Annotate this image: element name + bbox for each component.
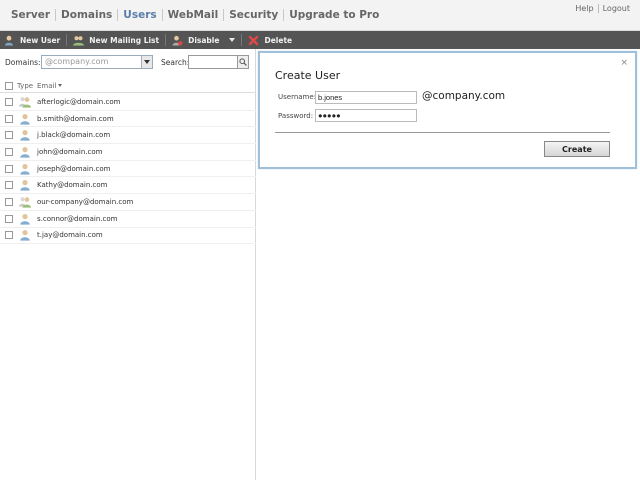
row-checkbox[interactable] [5, 131, 13, 140]
domain-select[interactable]: @company.com [41, 55, 153, 69]
close-icon[interactable]: × [620, 58, 628, 68]
row-email: our-company@domain.com [37, 197, 134, 206]
table-row[interactable]: b.smith@domain.com [0, 111, 256, 128]
nav-users[interactable]: Users [118, 9, 161, 21]
select-all-checkbox[interactable] [5, 81, 13, 90]
create-button[interactable]: Create [544, 141, 610, 157]
nav-security[interactable]: Security [224, 9, 283, 21]
row-email: t.jay@domain.com [37, 231, 103, 240]
disable-label: Disable [188, 35, 220, 45]
user-disable-icon [172, 35, 183, 46]
delete-button[interactable]: Delete [244, 31, 296, 49]
user-list: afterlogic@domain.com b.smith@domain.com j… [0, 94, 256, 245]
user-list-pane: Domains: @company.com Search: Type Email… [0, 49, 256, 480]
new-user-label: New User [20, 35, 61, 45]
chevron-down-icon[interactable] [141, 56, 152, 68]
disable-button[interactable]: Disable [168, 31, 239, 49]
nav-webmail[interactable]: WebMail [163, 9, 224, 21]
table-row[interactable]: our-company@domain.com [0, 194, 256, 211]
table-row[interactable]: joseph@domain.com [0, 161, 256, 178]
user-add-icon [4, 35, 15, 46]
utility-links: Help Logout [571, 4, 634, 13]
new-mailing-list-label: New Mailing List [89, 35, 160, 45]
filter-bar: Domains: @company.com Search: [0, 49, 256, 76]
column-type[interactable]: Type [17, 82, 35, 90]
row-checkbox[interactable] [5, 197, 13, 206]
row-email: Kathy@domain.com [37, 181, 108, 190]
create-user-dialog: × Create User Username: @company.com Pas… [258, 51, 637, 169]
nav-upgrade-to-pro[interactable]: Upgrade to Pro [284, 9, 384, 21]
user-icon [19, 179, 31, 191]
row-email: b.smith@domain.com [37, 114, 114, 123]
user-icon [19, 163, 31, 175]
username-label: Username: [278, 93, 317, 101]
table-row[interactable]: john@domain.com [0, 144, 256, 161]
user-icon [19, 213, 31, 225]
password-label: Password: [278, 112, 314, 120]
search-input[interactable] [188, 55, 238, 69]
new-user-button[interactable]: New User [0, 31, 64, 49]
username-field[interactable] [315, 91, 417, 104]
toolbar: New User New Mailing List Disable Delete [0, 31, 640, 49]
search-label: Search: [161, 58, 190, 67]
toolbar-divider [165, 34, 167, 46]
dialog-divider [275, 132, 610, 133]
row-checkbox[interactable] [5, 181, 13, 190]
password-field[interactable] [315, 109, 417, 122]
row-checkbox[interactable] [5, 114, 13, 123]
table-row[interactable]: s.connor@domain.com [0, 211, 256, 228]
delete-icon [248, 35, 259, 46]
user-icon [19, 113, 31, 125]
column-email-label: Email [37, 81, 57, 90]
sort-down-icon [58, 84, 63, 87]
user-icon [19, 146, 31, 158]
help-link[interactable]: Help [571, 4, 597, 13]
mailing-list-icon [19, 96, 31, 108]
row-checkbox[interactable] [5, 231, 13, 240]
nav-domains[interactable]: Domains [56, 9, 117, 21]
list-header: Type Email [0, 79, 256, 93]
domain-suffix: @company.com [422, 90, 506, 102]
domains-label: Domains: [5, 58, 41, 67]
table-row[interactable]: Kathy@domain.com [0, 177, 256, 195]
new-mailing-list-button[interactable]: New Mailing List [69, 31, 163, 49]
nav-server[interactable]: Server [6, 9, 55, 21]
row-email: joseph@domain.com [37, 164, 111, 173]
row-email: afterlogic@domain.com [37, 97, 121, 106]
user-icon [19, 129, 31, 141]
chevron-down-icon[interactable] [229, 38, 236, 42]
delete-label: Delete [264, 35, 293, 45]
dialog-title: Create User [275, 69, 341, 82]
table-row[interactable]: afterlogic@domain.com [0, 94, 256, 111]
row-email: s.connor@domain.com [37, 214, 118, 223]
row-email: john@domain.com [37, 147, 103, 156]
column-email[interactable]: Email [37, 81, 63, 90]
toolbar-divider [241, 34, 243, 46]
toolbar-divider [66, 34, 68, 46]
row-checkbox[interactable] [5, 214, 13, 223]
table-row[interactable]: t.jay@domain.com [0, 228, 256, 245]
domain-select-value: @company.com [45, 57, 109, 66]
main-nav: Server Domains Users WebMail Security Up… [6, 9, 384, 21]
top-nav-bar: Server Domains Users WebMail Security Up… [0, 0, 640, 31]
mailing-list-icon [19, 196, 31, 208]
row-checkbox[interactable] [5, 97, 13, 106]
search-icon[interactable] [237, 55, 249, 69]
row-email: j.black@domain.com [37, 131, 111, 140]
mailing-list-icon [73, 35, 85, 46]
row-checkbox[interactable] [5, 164, 13, 173]
table-row[interactable]: j.black@domain.com [0, 127, 256, 145]
user-icon [19, 229, 31, 241]
logout-link[interactable]: Logout [599, 4, 634, 13]
row-checkbox[interactable] [5, 147, 13, 156]
